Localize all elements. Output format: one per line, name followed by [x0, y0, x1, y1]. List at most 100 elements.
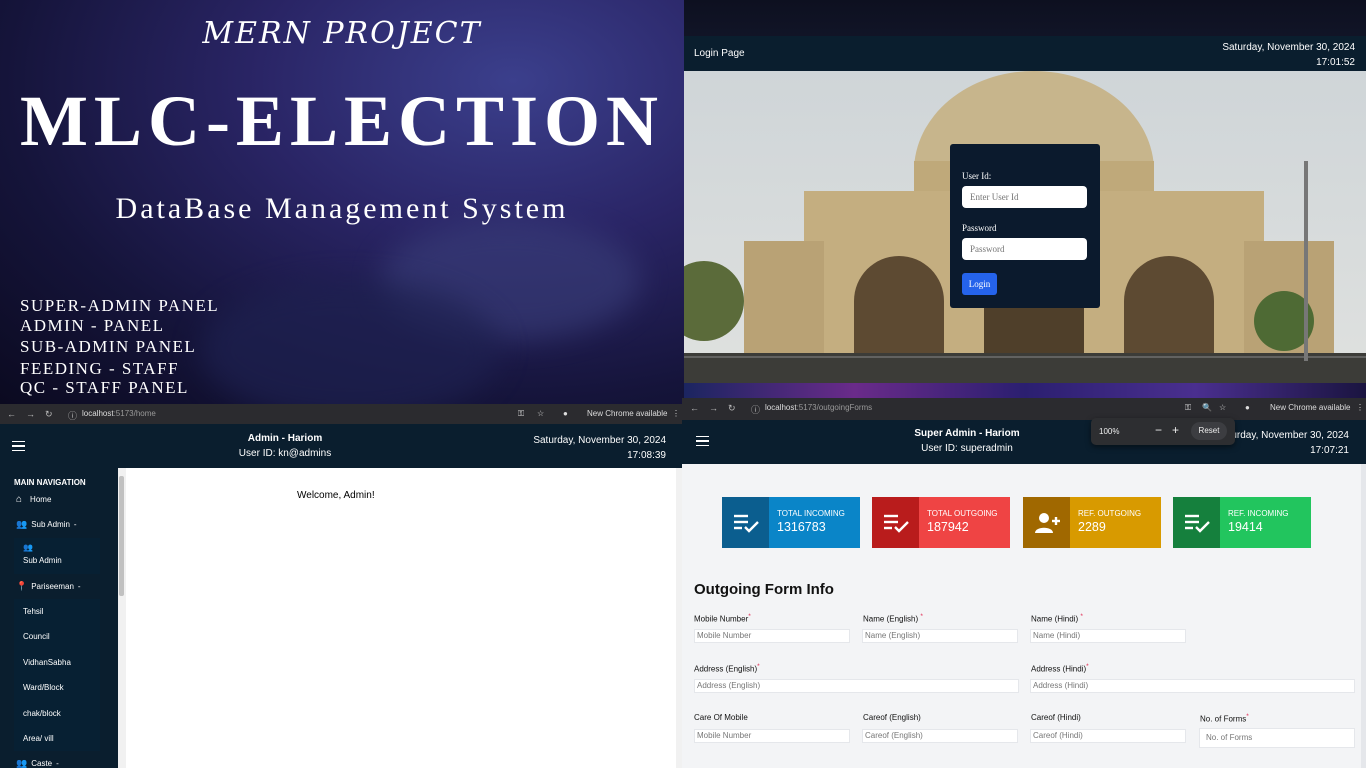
required-asterisk: *: [920, 613, 923, 620]
list-check-icon: [722, 497, 769, 548]
list-check-icon: [1173, 497, 1220, 548]
sidebar-item-label: Home: [30, 495, 52, 504]
submenu-item-council[interactable]: Council: [23, 632, 50, 641]
url-host: localhost: [765, 403, 797, 412]
careof-hindi-input[interactable]: Careof (Hindi): [1030, 729, 1186, 743]
zoom-out-button[interactable]: −: [1155, 423, 1162, 437]
zoom-in-button[interactable]: +: [1172, 423, 1179, 437]
back-arrow-icon[interactable]: ←: [690, 403, 699, 413]
required-asterisk: *: [1080, 613, 1083, 620]
forward-arrow-icon[interactable]: →: [709, 403, 718, 413]
sidebar-item-home[interactable]: ⌂ Home: [16, 494, 51, 505]
careof-english-label: Careof (English): [863, 713, 921, 722]
zoom-magnifier-icon[interactable]: 🔍: [1202, 403, 1212, 412]
reload-icon[interactable]: ↻: [45, 409, 53, 420]
sidebar-item-label: Sub Admin: [31, 520, 70, 529]
name-hindi-input[interactable]: Name (Hindi): [1030, 629, 1186, 643]
sidebar-item-pariseeman[interactable]: 📍 Pariseeman -: [16, 581, 81, 592]
url-path: :5173/home: [113, 409, 156, 418]
name-hindi-label: Name (Hindi) *: [1031, 613, 1083, 624]
kebab-menu-icon[interactable]: ⋮: [1356, 403, 1364, 412]
submenu-item-ward-block[interactable]: Ward/Block: [23, 683, 64, 692]
care-of-mobile-input[interactable]: Mobile Number: [694, 729, 850, 743]
stat-label: REF. INCOMING: [1228, 509, 1289, 518]
banner-subtitle-top: MERN PROJECT: [202, 16, 482, 51]
stat-card-ref-outgoing[interactable]: REF. OUTGOING 2289: [1023, 497, 1161, 548]
zoom-popup: 100% − + Reset: [1091, 418, 1235, 445]
panel-item: ADMIN - PANEL: [20, 315, 165, 335]
profile-icon[interactable]: ●: [563, 409, 568, 418]
stat-card-total-outgoing[interactable]: TOTAL OUTGOING 187942: [872, 497, 1010, 548]
site-info-icon[interactable]: ⓘ: [751, 403, 760, 416]
no-of-forms-input[interactable]: No. of Forms: [1199, 728, 1355, 748]
stat-card-total-incoming[interactable]: TOTAL INCOMING 1316783: [722, 497, 860, 548]
people-icon: 👥: [16, 519, 28, 529]
field-label-text: Name (English): [863, 614, 919, 624]
zoom-level: 100%: [1099, 427, 1120, 436]
admin-datetime: Saturday, November 30, 2024 17:08:39: [533, 433, 666, 463]
address-bar[interactable]: localhost:5173/outgoingForms: [765, 403, 872, 412]
field-label-text: Mobile Number: [694, 614, 749, 624]
submenu-item-sub-admin[interactable]: Sub Admin: [23, 556, 62, 565]
stat-value: 1316783: [777, 520, 826, 534]
url-host: localhost: [82, 409, 114, 418]
user-id-input[interactable]: [962, 186, 1087, 208]
site-info-icon[interactable]: ⓘ: [68, 409, 77, 422]
location-pin-icon: 📍: [16, 581, 28, 591]
sidebar-item-caste[interactable]: 👥 Caste -: [16, 758, 59, 768]
panel-list: SUPER-ADMIN PANEL ADMIN - PANEL SUB-ADMI…: [20, 296, 219, 398]
mobile-label: Mobile Number*: [694, 613, 751, 624]
main-navigation-heading: MAIN NAVIGATION: [14, 478, 86, 487]
careof-english-input[interactable]: Careof (English): [862, 729, 1018, 743]
new-chrome-button[interactable]: New Chrome available: [587, 409, 667, 418]
welcome-message: Welcome, Admin!: [297, 490, 375, 501]
bookmark-star-icon[interactable]: ☆: [537, 409, 544, 418]
new-chrome-button[interactable]: New Chrome available: [1270, 403, 1350, 412]
bookmark-star-icon[interactable]: ☆: [1219, 403, 1226, 412]
field-label-text: Address (Hindi): [1031, 664, 1087, 674]
people-icon: 👥: [23, 543, 33, 552]
no-of-forms-label: No. of Forms*: [1200, 713, 1249, 724]
sidebar-scrollbar[interactable]: [118, 468, 126, 768]
sidebar-item-sub-admin[interactable]: 👥 Sub Admin -: [16, 519, 77, 530]
expand-dash-icon: -: [73, 520, 77, 529]
required-asterisk: *: [757, 663, 760, 670]
name-english-label: Name (English) *: [863, 613, 923, 624]
address-hindi-input[interactable]: Address (Hindi): [1030, 679, 1355, 693]
name-english-input[interactable]: Name (English): [862, 629, 1018, 643]
kebab-menu-icon[interactable]: ⋮: [672, 409, 680, 418]
pariseeman-submenu: Tehsil Council VidhanSabha Ward/Block ch…: [14, 599, 100, 751]
home-icon: ⌂: [16, 494, 23, 505]
login-button[interactable]: Login: [962, 273, 997, 295]
stat-card-ref-incoming[interactable]: REF. INCOMING 19414: [1173, 497, 1311, 548]
login-page-label: Login Page: [694, 48, 745, 59]
back-arrow-icon[interactable]: ←: [7, 409, 16, 419]
banner-title: MLC-ELECTION: [19, 81, 665, 161]
stat-label: TOTAL OUTGOING: [927, 509, 998, 518]
password-key-icon[interactable]: ⚿: [518, 409, 524, 419]
zoom-reset-button[interactable]: Reset: [1191, 422, 1227, 440]
required-asterisk: *: [1246, 713, 1249, 720]
submenu-item-tehsil[interactable]: Tehsil: [23, 607, 43, 616]
field-label-text: No. of Forms: [1200, 714, 1247, 724]
admin-screenshot: ← → ↻ ⓘ localhost:5173/home ⚿ ☆ ● New Ch…: [0, 404, 682, 768]
submenu-item-chak-block[interactable]: chak/block: [23, 709, 61, 718]
address-bar[interactable]: localhost:5173/home: [82, 409, 156, 418]
forward-arrow-icon[interactable]: →: [26, 409, 35, 419]
careof-hindi-label: Careof (Hindi): [1031, 713, 1081, 722]
content-scrollbar[interactable]: [1361, 464, 1366, 768]
submenu-item-area-vill[interactable]: Area/ vill: [23, 734, 54, 743]
sidebar: MAIN NAVIGATION ⌂ Home 👥 Sub Admin - 👥 S…: [0, 468, 118, 768]
mobile-input[interactable]: Mobile Number: [694, 629, 850, 643]
url-path: :5173/outgoingForms: [796, 403, 873, 412]
user-id-label: User Id:: [962, 171, 992, 181]
reload-icon[interactable]: ↻: [728, 403, 736, 414]
submenu-item-vidhansabha[interactable]: VidhanSabha: [23, 658, 71, 667]
required-asterisk: *: [748, 613, 751, 620]
profile-icon[interactable]: ●: [1245, 403, 1250, 412]
scrollbar-thumb[interactable]: [119, 476, 124, 596]
password-key-icon[interactable]: ⚿: [1185, 403, 1191, 413]
password-input[interactable]: [962, 238, 1087, 260]
stat-value: 19414: [1228, 520, 1263, 534]
address-english-input[interactable]: Address (English): [694, 679, 1019, 693]
